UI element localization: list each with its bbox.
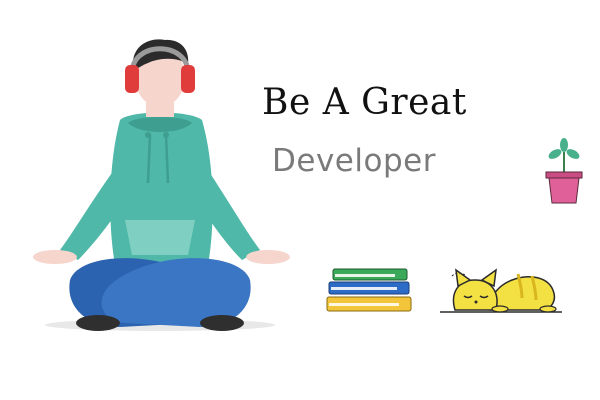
headphone-right-cup [181, 65, 195, 93]
headline-line-2: Developer [272, 143, 436, 179]
right-shoe [200, 315, 244, 331]
right-hand [246, 250, 290, 264]
left-hand [33, 250, 77, 264]
left-shoe [76, 315, 120, 331]
potted-plant-illustration [545, 138, 583, 204]
leaf-right [566, 149, 580, 159]
pot-body [548, 177, 580, 204]
sleeping-cat-illustration [440, 268, 562, 313]
headline-line-1: Be A Great [262, 82, 467, 123]
cat-paw-front [491, 305, 509, 313]
meditating-developer-illustration [33, 39, 290, 331]
cat-paw-back [539, 305, 557, 313]
pot-rim [545, 171, 583, 179]
hero-banner: Be A Great Developer [0, 0, 600, 400]
book-stack-illustration [326, 268, 412, 312]
headphone-left-cup [125, 65, 139, 93]
leaf-left [548, 149, 562, 159]
leaf-top [560, 138, 568, 152]
hoodie-pocket [125, 220, 195, 255]
